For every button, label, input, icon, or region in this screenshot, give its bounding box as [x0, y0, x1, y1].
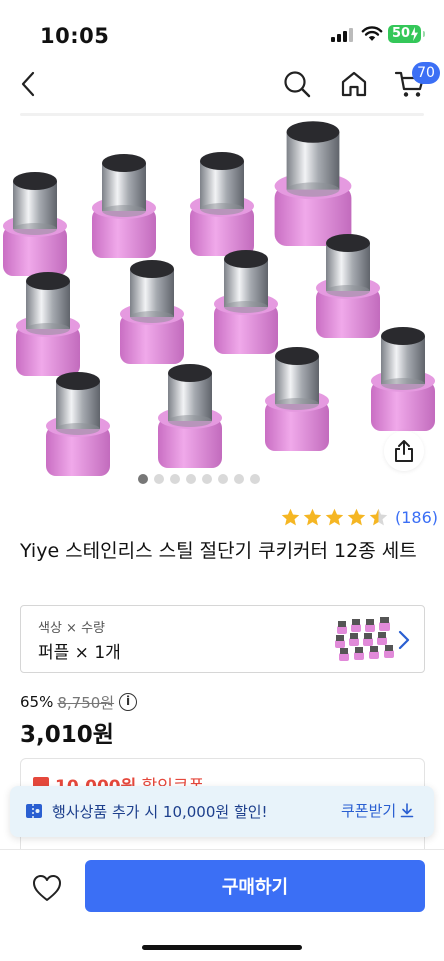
review-count[interactable]: (186)	[395, 508, 438, 527]
pagination-dot[interactable]	[234, 474, 244, 484]
nav-bar	[0, 56, 444, 112]
home-icon	[341, 71, 367, 97]
battery-level: 50	[392, 26, 411, 41]
chevron-right-icon	[398, 630, 410, 650]
star-icon	[369, 508, 388, 525]
rating[interactable]: (186)	[280, 506, 438, 528]
discount-rate: 65%	[20, 693, 54, 711]
status-time: 10:05	[40, 24, 110, 48]
search-icon	[284, 71, 311, 98]
back-button[interactable]	[10, 66, 46, 102]
home-indicator	[142, 945, 302, 950]
option-thumbnail	[335, 617, 394, 661]
coupon-icon	[26, 804, 42, 818]
download-icon	[400, 803, 414, 818]
sale-price: 3,010원	[20, 722, 114, 748]
product-title: Yiye 스테인리스 스틸 절단기 쿠키커터 12종 세트	[20, 540, 417, 562]
pagination-dot[interactable]	[218, 474, 228, 484]
original-price: 8,750원	[57, 693, 115, 712]
cart-count-badge: 70	[412, 62, 440, 84]
heart-icon	[33, 875, 61, 901]
chevron-left-icon	[21, 71, 35, 97]
pagination-dot[interactable]	[250, 474, 260, 484]
product-photo	[3, 121, 435, 476]
get-coupon-label: 쿠폰받기	[341, 802, 397, 820]
share-button[interactable]	[384, 431, 424, 471]
star-icon	[325, 508, 344, 525]
home-button[interactable]	[336, 66, 372, 102]
get-coupon-button[interactable]: 쿠폰받기	[341, 800, 414, 821]
info-icon[interactable]: i	[119, 693, 138, 711]
image-pagination-dots	[138, 474, 260, 484]
coupon-toast: 행사상품 추가 시 10,000원 할인! 쿠폰받기	[10, 786, 434, 837]
share-icon	[395, 440, 413, 462]
search-button[interactable]	[279, 66, 315, 102]
pagination-dot[interactable]	[138, 474, 148, 484]
star-rating	[280, 507, 389, 528]
buy-button[interactable]: 구매하기	[85, 860, 425, 912]
pagination-dot[interactable]	[154, 474, 164, 484]
star-icon	[281, 508, 300, 525]
option-label: 색상 × 수량	[38, 621, 105, 636]
pagination-dot[interactable]	[202, 474, 212, 484]
cellular-signal-icon	[331, 28, 353, 42]
star-icon	[347, 508, 366, 525]
toast-message: 행사상품 추가 시 10,000원 할인!	[52, 803, 268, 821]
product-image[interactable]	[0, 116, 444, 489]
option-selector[interactable]: 색상 × 수량 퍼플 × 1개	[20, 605, 425, 673]
charging-bolt-icon	[411, 27, 418, 41]
pagination-dot[interactable]	[170, 474, 180, 484]
option-value: 퍼플 × 1개	[38, 643, 121, 663]
status-bar: 10:05 50	[0, 0, 444, 56]
pagination-dot[interactable]	[186, 474, 196, 484]
star-icon	[303, 508, 322, 525]
wifi-icon	[361, 26, 383, 41]
bottom-bar: 구매하기	[0, 849, 444, 961]
battery-indicator: 50	[388, 25, 425, 43]
like-button[interactable]	[30, 871, 64, 905]
price-row: 65% 8,750원 i	[20, 691, 138, 713]
